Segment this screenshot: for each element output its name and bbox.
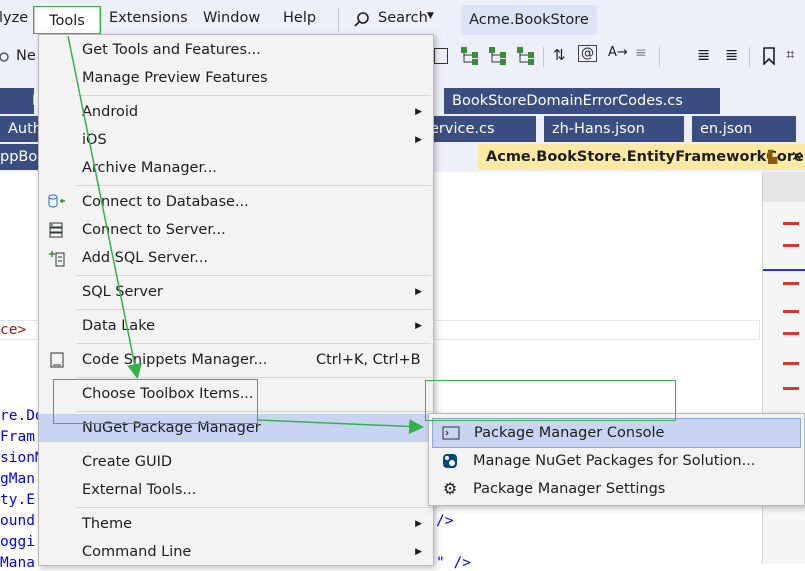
annotation-arrows [67, 35, 424, 434]
annotation-arrow-tools-to-nuget [67, 35, 142, 379]
annotation-arrow-nuget-to-console [257, 418, 424, 434]
